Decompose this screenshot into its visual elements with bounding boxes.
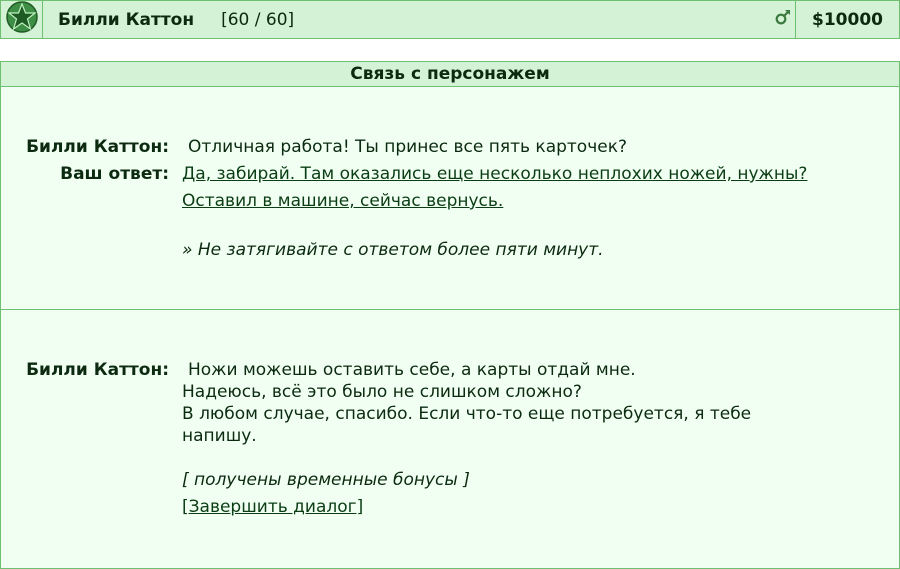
gender-cell xyxy=(751,1,796,38)
timeout-note: » Не затягивайте с ответом более пяти ми… xyxy=(182,240,604,260)
dialog-section-reply: Билли Каттон: Ножи можешь оставить себе,… xyxy=(1,310,899,568)
answer-option-1[interactable]: Да, забирай. Там оказались еще несколько… xyxy=(182,164,807,184)
npc-message: Отличная работа! Ты принес все пять карт… xyxy=(188,137,627,157)
male-icon xyxy=(775,9,791,30)
speaker-label: Билли Каттон: xyxy=(26,137,169,157)
npc-reply-line: В любом случае, спасибо. Если что-то еще… xyxy=(182,404,752,424)
money: $10000 xyxy=(812,9,883,30)
star-icon xyxy=(5,0,39,39)
player-hp: [60 / 60] xyxy=(221,9,295,30)
dialog-panel: Связь с персонажем Билли Каттон: Отлична… xyxy=(0,61,900,569)
player-name[interactable]: Билли Каттон xyxy=(58,10,194,30)
answer-option-2[interactable]: Оставил в машине, сейчас вернусь. xyxy=(182,191,503,211)
rank-cell xyxy=(1,1,43,38)
npc-reply-line: напишу. xyxy=(182,426,257,446)
answer-label: Ваш ответ: xyxy=(60,164,169,184)
dialog-section-question: Билли Каттон: Отличная работа! Ты принес… xyxy=(1,87,899,310)
npc-reply-line: Ножи можешь оставить себе, а карты отдай… xyxy=(188,360,636,380)
npc-reply-line: Надеюсь, всё это было не слишком сложно? xyxy=(182,382,582,402)
top-bar: Билли Каттон [60 / 60] $10000 xyxy=(0,0,900,39)
panel-title: Связь с персонажем xyxy=(1,62,899,87)
bonus-note: [ получены временные бонусы ] xyxy=(182,470,470,490)
end-dialog-link[interactable]: [Завершить диалог] xyxy=(182,497,363,517)
speaker-label: Билли Каттон: xyxy=(26,360,169,380)
player-info: Билли Каттон [60 / 60] xyxy=(43,1,751,38)
